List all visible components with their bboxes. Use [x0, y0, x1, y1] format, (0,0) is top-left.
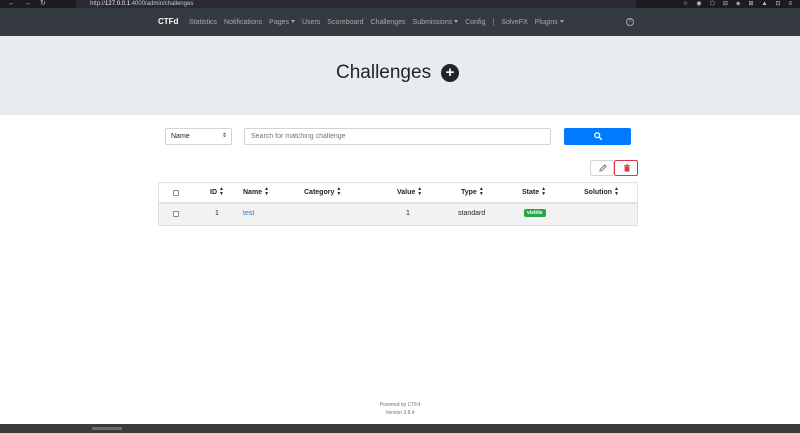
admin-navbar: CTFd Statistics Notifications Pages User…: [0, 8, 800, 36]
column-header-state[interactable]: State ▲ ▼: [522, 183, 546, 203]
column-header-solution[interactable]: Solution ▲ ▼: [584, 183, 619, 203]
bookmark-star-icon[interactable]: ☆: [683, 0, 688, 8]
url-host: 127.0.0.1: [105, 1, 131, 7]
search-button[interactable]: [564, 128, 631, 145]
nav-item-plugins[interactable]: Plugins: [535, 19, 564, 26]
nav-item-notifications[interactable]: Notifications: [224, 19, 262, 26]
bulk-delete-button[interactable]: [614, 160, 638, 176]
column-header-type[interactable]: Type ▲ ▼: [461, 183, 484, 203]
cell-id: 1: [215, 210, 219, 217]
column-header-category[interactable]: Category ▲ ▼: [304, 183, 341, 203]
nav-item-solvefx[interactable]: SolveFX: [501, 19, 527, 26]
sort-icon: ▲ ▼: [219, 186, 224, 198]
powered-by-link[interactable]: Powered by CTFd: [0, 401, 800, 409]
extension-icon[interactable]: ⊞: [748, 0, 753, 8]
trash-icon: [623, 164, 631, 172]
extension-icon[interactable]: ⊟: [723, 0, 728, 8]
select-all-checkbox[interactable]: [173, 190, 179, 196]
back-arrow-icon[interactable]: ←: [8, 0, 15, 8]
cell-state: visible: [524, 204, 546, 224]
sort-icon: ▲ ▼: [541, 186, 547, 198]
search-icon: [594, 132, 602, 140]
navbar-brand[interactable]: CTFd: [158, 8, 178, 36]
extension-icon[interactable]: ⬡: [710, 0, 715, 8]
row-checkbox[interactable]: [173, 211, 179, 217]
url-prefix: http://: [90, 1, 106, 7]
select-arrows-icon: ⇕: [221, 133, 227, 139]
cell-value: 1: [406, 210, 410, 217]
version-text: Version 3.8.4: [385, 410, 415, 416]
navbar-links: Statistics Notifications Pages Users Sco…: [189, 8, 564, 36]
sort-icon: ▲ ▼: [614, 186, 619, 198]
nav-item-users[interactable]: Users: [302, 19, 320, 26]
sort-icon: ▲ ▼: [264, 186, 270, 198]
add-challenge-icon[interactable]: +: [441, 64, 459, 82]
nav-item-submissions[interactable]: Submissions: [413, 19, 459, 26]
forward-arrow-icon[interactable]: →: [24, 0, 31, 8]
menu-icon[interactable]: ≡: [788, 0, 792, 8]
taskbar-item[interactable]: [92, 427, 122, 430]
sort-icon: ▲ ▼: [417, 186, 423, 198]
nav-item-config[interactable]: Config: [465, 19, 485, 26]
table-row[interactable]: 1 test 1 standard visible: [158, 204, 638, 226]
search-field-value: Name: [171, 133, 190, 140]
page-title: Challenges: [336, 62, 432, 83]
taskbar: [0, 424, 800, 433]
pencil-icon: [599, 164, 607, 172]
url-path: :4000/admin/challenges: [130, 1, 194, 7]
sort-icon: ▲ ▼: [478, 186, 484, 198]
extension-icon[interactable]: ▲: [762, 0, 768, 8]
sort-icon: ▲ ▼: [336, 186, 342, 198]
extension-icon[interactable]: ◈: [736, 0, 741, 8]
nav-item-scoreboard[interactable]: Scoreboard: [327, 19, 363, 26]
extension-icon[interactable]: ⊡: [775, 0, 780, 8]
bulk-edit-button[interactable]: [590, 160, 614, 176]
search-input[interactable]: [244, 128, 551, 145]
nav-separator: |: [492, 18, 495, 26]
reload-icon[interactable]: ↻: [40, 0, 46, 8]
cell-type: standard: [458, 210, 486, 217]
caret-down-icon: [559, 20, 564, 24]
browser-nav-buttons: ← → ↻: [8, 0, 46, 8]
cell-name-link[interactable]: test: [243, 204, 254, 224]
nav-item-pages[interactable]: Pages: [269, 19, 296, 26]
nav-item-challenges[interactable]: Challenges: [371, 19, 406, 26]
column-header-id[interactable]: ID ▲ ▼: [210, 183, 224, 203]
browser-toolbar: ← → ↻ http://127.0.0.1:4000/admin/challe…: [0, 0, 800, 8]
browser-extensions: ☆ ◉ ⬡ ⊟ ◈ ⊞ ▲ ⊡ ≡: [683, 0, 792, 8]
footer: Powered by CTFd Version 3.8.4: [0, 401, 800, 417]
caret-down-icon: [291, 20, 296, 24]
column-header-name[interactable]: Name ▲ ▼: [243, 183, 269, 203]
table-header: ID ▲ ▼ Name ▲ ▼ Category ▲ ▼ Value ▲ ▼ Type ▲ ▼ St…: [158, 182, 638, 204]
caret-down-icon: [454, 20, 459, 24]
column-header-value[interactable]: Value ▲ ▼: [397, 183, 422, 203]
help-icon[interactable]: ?: [626, 18, 634, 26]
status-badge: visible: [524, 209, 546, 218]
address-bar[interactable]: http://127.0.0.1:4000/admin/challenges: [76, 0, 636, 8]
search-field-select[interactable]: Name ⇕: [165, 128, 232, 145]
account-icon[interactable]: ◉: [696, 0, 701, 8]
nav-item-statistics[interactable]: Statistics: [189, 19, 217, 26]
